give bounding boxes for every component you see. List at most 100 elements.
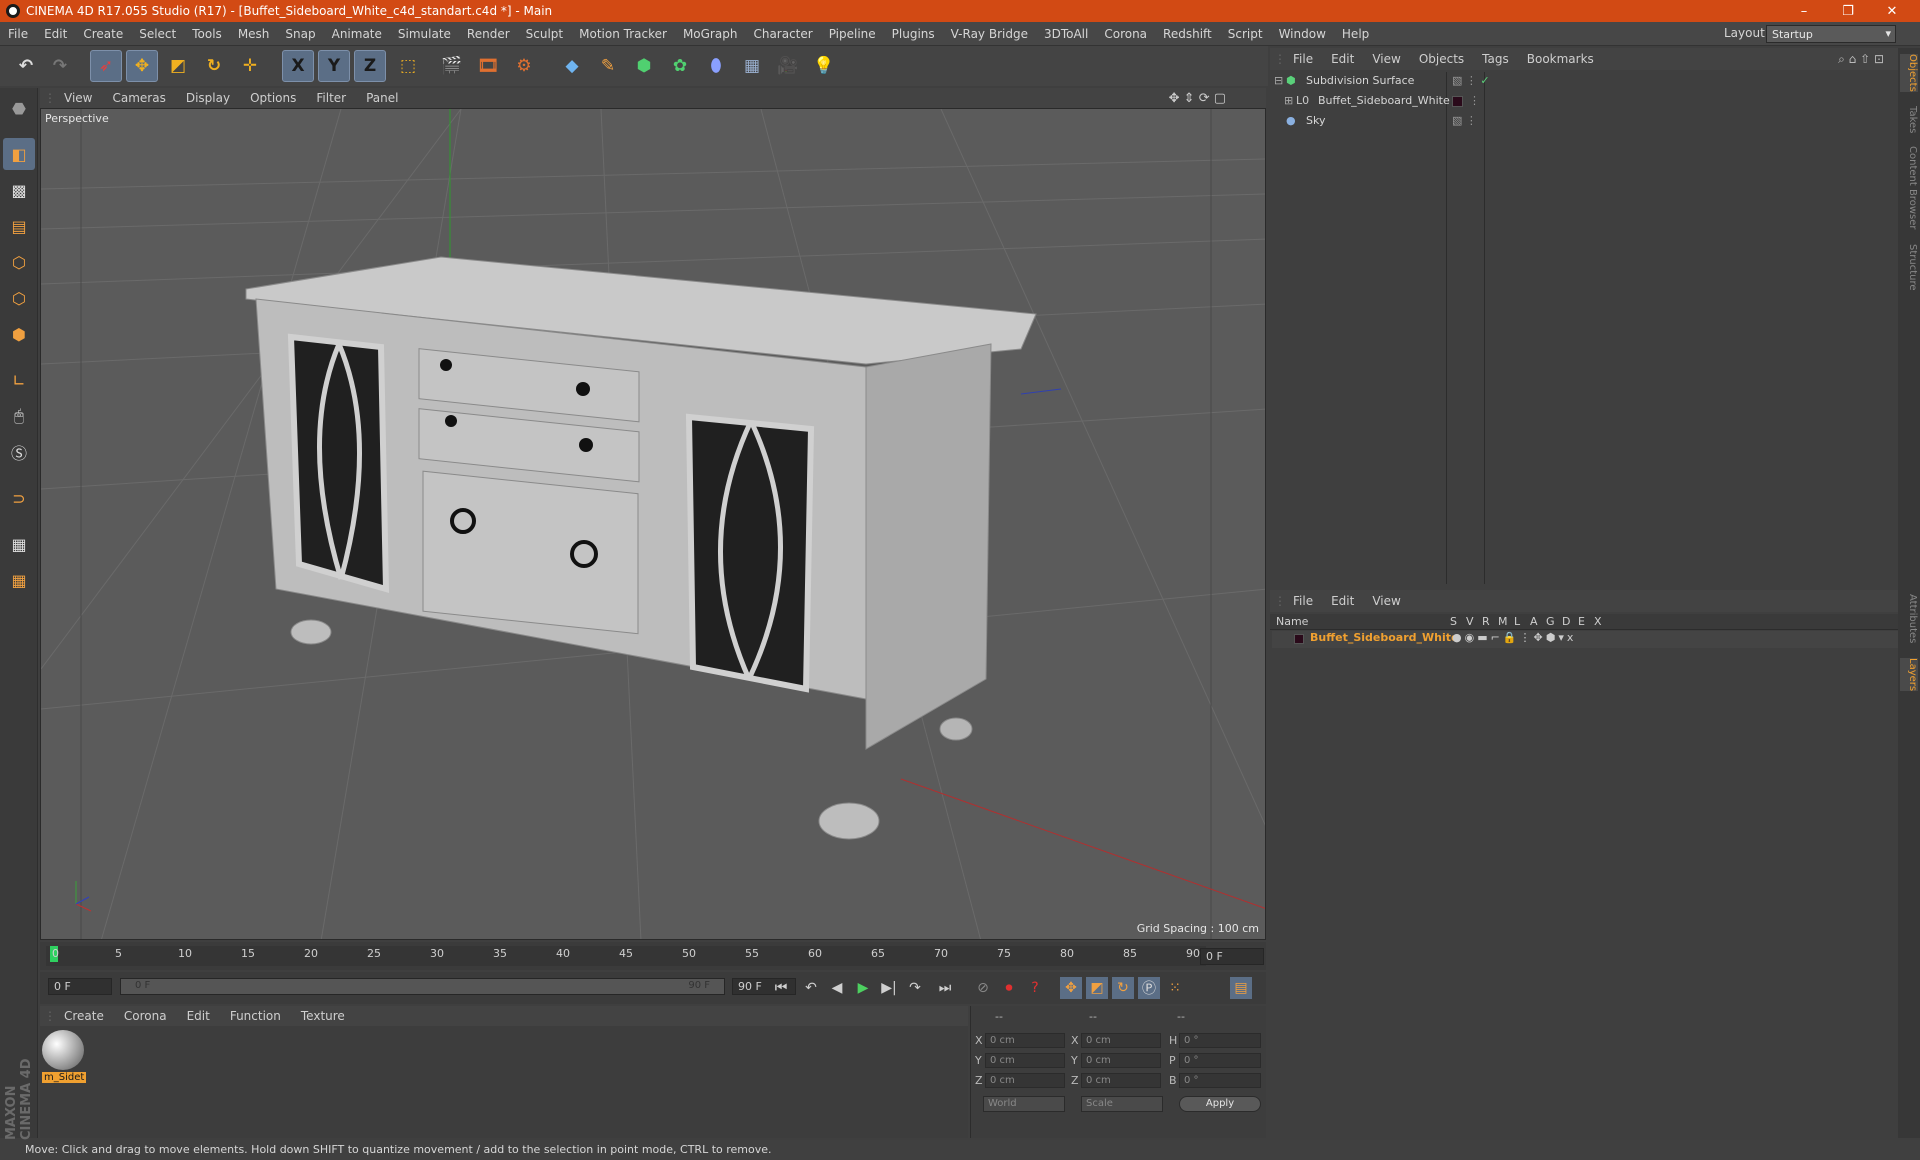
column-render[interactable]: R: [1482, 615, 1490, 628]
size-z-field[interactable]: 0 cm: [1081, 1073, 1161, 1088]
object-row-subdivision-surface[interactable]: ⊟ ⬢ Subdivision Surface ▧ ⋮ ✓: [1272, 74, 1900, 91]
viewport-menu-filter[interactable]: Filter: [306, 91, 356, 105]
menu-snap[interactable]: Snap: [277, 27, 323, 41]
magnet-icon[interactable]: ⊃: [3, 482, 35, 514]
rotation-h-field[interactable]: 0 °: [1179, 1033, 1261, 1048]
viewport-menu-cameras[interactable]: Cameras: [102, 91, 175, 105]
column-deformers[interactable]: D: [1562, 615, 1570, 628]
tab-attributes[interactable]: Attributes: [1900, 594, 1918, 643]
axis-mode-icon[interactable]: ∟: [3, 364, 35, 396]
viewport-menu-display[interactable]: Display: [176, 91, 240, 105]
floor-icon[interactable]: ▦: [736, 50, 768, 82]
menu-tools[interactable]: Tools: [184, 27, 230, 41]
material-menu-texture[interactable]: Texture: [291, 1009, 355, 1023]
material-menu-function[interactable]: Function: [220, 1009, 291, 1023]
key-parameter-icon[interactable]: Ⓟ: [1138, 977, 1160, 999]
menu-select[interactable]: Select: [131, 27, 184, 41]
layers-menu-file[interactable]: File: [1284, 594, 1322, 608]
column-locked[interactable]: L: [1514, 615, 1520, 628]
menu-render[interactable]: Render: [459, 27, 518, 41]
x-axis-icon[interactable]: X: [282, 50, 314, 82]
edit-render-settings-icon[interactable]: ⚙: [508, 50, 540, 82]
points-mode-icon[interactable]: ⬡: [3, 246, 35, 278]
record-keys-icon[interactable]: ⊘: [972, 977, 994, 999]
viewport-menu-view[interactable]: View: [54, 91, 102, 105]
menu-animate[interactable]: Animate: [324, 27, 390, 41]
material-menu-corona[interactable]: Corona: [114, 1009, 177, 1023]
rotation-b-field[interactable]: 0 °: [1179, 1073, 1261, 1088]
position-y-field[interactable]: 0 cm: [985, 1053, 1065, 1068]
menu-vray-bridge[interactable]: V-Ray Bridge: [943, 27, 1036, 41]
y-axis-icon[interactable]: Y: [318, 50, 350, 82]
position-x-field[interactable]: 0 cm: [985, 1033, 1065, 1048]
visibility-toggle-icon[interactable]: ⋮: [1469, 94, 1480, 107]
column-manager[interactable]: M: [1498, 615, 1508, 628]
mograph-cloner-icon[interactable]: ✿: [664, 50, 696, 82]
objects-menu-objects[interactable]: Objects: [1410, 52, 1473, 66]
menu-pipeline[interactable]: Pipeline: [821, 27, 884, 41]
collapse-icon[interactable]: ⊟: [1274, 74, 1283, 87]
render-view-icon[interactable]: 🎬: [436, 50, 468, 82]
size-mode-dropdown[interactable]: Scale: [1081, 1096, 1163, 1112]
material-menu-edit[interactable]: Edit: [177, 1009, 220, 1023]
tab-takes[interactable]: Takes: [1900, 106, 1918, 133]
viewport-menu-panel[interactable]: Panel: [356, 91, 408, 105]
position-z-field[interactable]: 0 cm: [985, 1073, 1065, 1088]
menu-help[interactable]: Help: [1334, 27, 1377, 41]
column-animation[interactable]: A: [1530, 615, 1538, 628]
objects-menu-view[interactable]: View: [1363, 52, 1409, 66]
material-swatch[interactable]: m_Sidet: [42, 1030, 86, 1088]
timeline-ruler[interactable]: 0 5 10 15 20 25 30 35 40 45 50 55 60 65 70 75 80 85 90 0 F: [40, 942, 1266, 970]
previous-key-icon[interactable]: ↶: [800, 977, 822, 999]
viewport-menu-options[interactable]: Options: [240, 91, 306, 105]
3d-viewport[interactable]: Perspective Grid Spacing : 100 cm: [40, 108, 1266, 940]
play-icon[interactable]: ▶: [852, 977, 874, 999]
column-expressions[interactable]: E: [1578, 615, 1585, 628]
viewport-navigation-icon[interactable]: ✥ ⇕ ⟳ ▢: [1169, 91, 1226, 106]
subdivision-icon[interactable]: ⬢: [628, 50, 660, 82]
coordinate-mode-dropdown[interactable]: World: [983, 1096, 1065, 1112]
step-back-icon[interactable]: ◀: [826, 977, 848, 999]
layer-toggles-icon[interactable]: ●◉▬⌐🔒⋮✥⬢▾ⅹ: [1452, 631, 1576, 644]
layer-row[interactable]: Buffet_Sideboard_White ●◉▬⌐🔒⋮✥⬢▾ⅹ: [1272, 631, 1900, 648]
material-menu-create[interactable]: Create: [54, 1009, 114, 1023]
minimize-button[interactable]: –: [1782, 0, 1826, 22]
layers-menu-view[interactable]: View: [1363, 594, 1409, 608]
menu-edit[interactable]: Edit: [36, 27, 75, 41]
tab-content-browser[interactable]: Content Browser: [1900, 146, 1918, 229]
goto-start-icon[interactable]: ⏮: [770, 977, 792, 999]
rotate-icon[interactable]: ↻: [198, 50, 230, 82]
render-picture-viewer-icon[interactable]: 🎞: [472, 50, 504, 82]
camera-icon[interactable]: 🎥: [772, 50, 804, 82]
step-forward-icon[interactable]: ▶|: [878, 977, 900, 999]
tab-structure[interactable]: Structure: [1900, 244, 1918, 291]
workplane-icon[interactable]: ▤: [3, 210, 35, 242]
sideboard-model[interactable]: [245, 256, 1037, 840]
model-mode-icon[interactable]: ◧: [3, 138, 35, 170]
make-editable-icon[interactable]: ⬣: [3, 92, 35, 124]
deformer-icon[interactable]: ⬮: [700, 50, 732, 82]
autokey-icon[interactable]: ⏺: [998, 977, 1020, 999]
tab-objects[interactable]: Objects: [1900, 54, 1918, 92]
key-position-icon[interactable]: ✥: [1060, 977, 1082, 999]
menu-motion-tracker[interactable]: Motion Tracker: [571, 27, 675, 41]
menu-3dtoall[interactable]: 3DToAll: [1036, 27, 1096, 41]
layout-dropdown[interactable]: Startup ▾: [1766, 25, 1896, 43]
objects-menu-edit[interactable]: Edit: [1322, 52, 1363, 66]
polygons-mode-icon[interactable]: ⬢: [3, 318, 35, 350]
objects-menu-bookmarks[interactable]: Bookmarks: [1518, 52, 1603, 66]
menu-create[interactable]: Create: [75, 27, 131, 41]
menu-redshift[interactable]: Redshift: [1155, 27, 1220, 41]
key-scale-icon[interactable]: ◩: [1086, 977, 1108, 999]
transform-icon[interactable]: ✛: [234, 50, 266, 82]
objects-menu-file[interactable]: File: [1284, 52, 1322, 66]
size-y-field[interactable]: 0 cm: [1081, 1053, 1161, 1068]
goto-end-icon[interactable]: ⏭: [934, 977, 956, 999]
current-frame-field[interactable]: 0 F: [48, 978, 112, 995]
select-icon[interactable]: ➶: [90, 50, 122, 82]
menu-plugins[interactable]: Plugins: [884, 27, 943, 41]
menu-sculpt[interactable]: Sculpt: [518, 27, 571, 41]
timeline-end-field[interactable]: 0 F: [1200, 948, 1264, 965]
next-key-icon[interactable]: ↷: [904, 977, 926, 999]
objects-menu-tags[interactable]: Tags: [1473, 52, 1518, 66]
